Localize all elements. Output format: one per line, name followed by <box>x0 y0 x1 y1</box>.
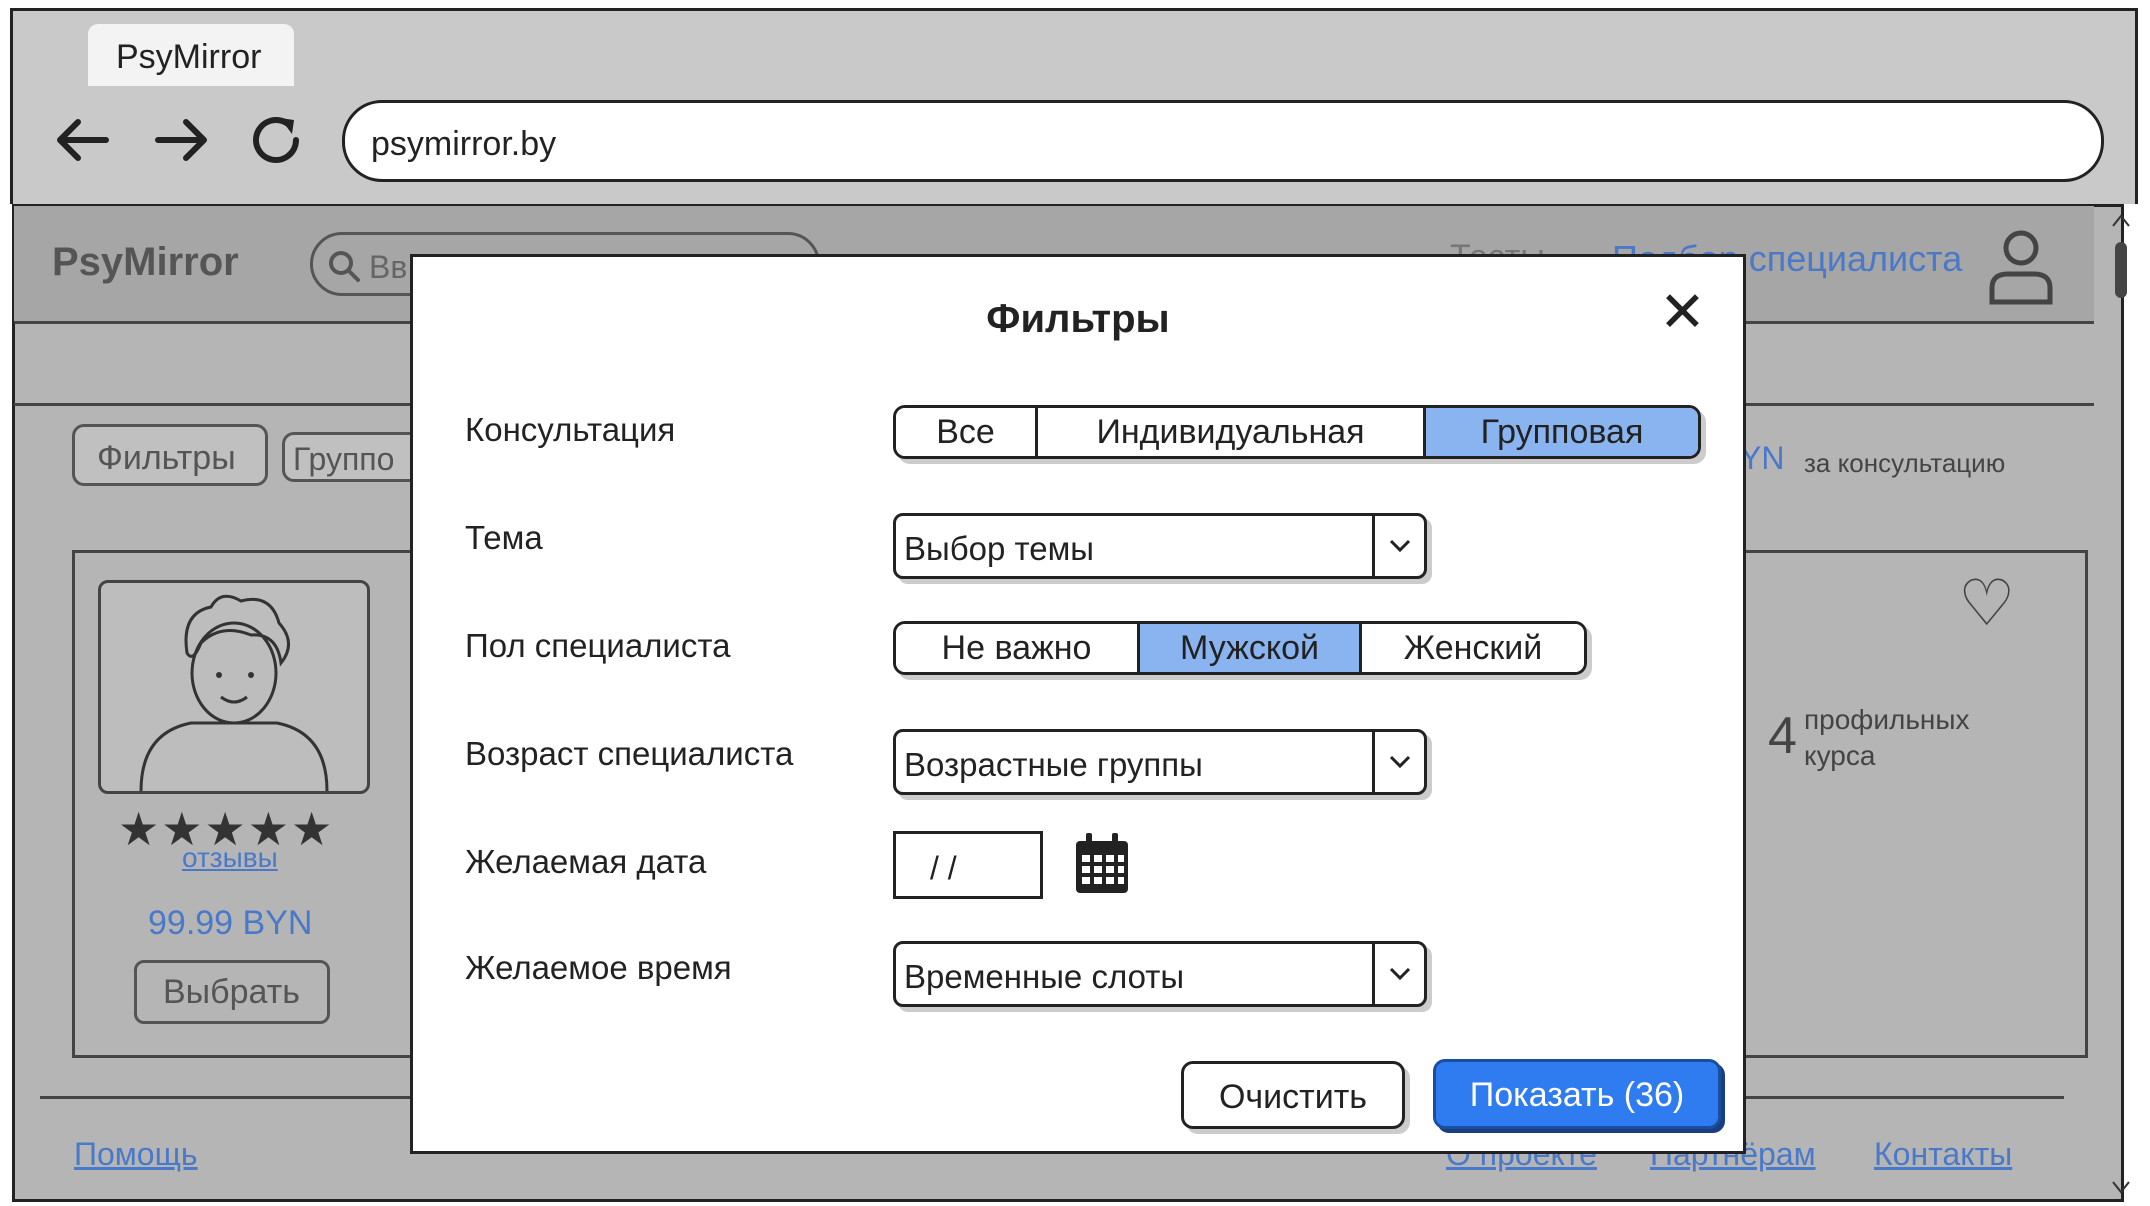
filters-button[interactable]: Фильтры <box>72 424 268 486</box>
address-bar[interactable]: psymirror.by <box>342 100 2104 182</box>
courses-label-line2: курса <box>1804 740 1876 771</box>
gender-option-any[interactable]: Не важно <box>896 624 1140 672</box>
specialist-price: 99.99 BYN <box>148 904 313 942</box>
footer-help-link[interactable]: Помощь <box>74 1136 198 1173</box>
group-chip-label: Группо <box>293 441 395 477</box>
topic-label: Тема <box>465 519 543 556</box>
site-logo[interactable]: PsyMirror <box>52 240 239 285</box>
time-select[interactable]: Временные слоты <box>893 941 1427 1007</box>
specialist-photo <box>98 580 370 794</box>
tab-title: PsyMirror <box>116 38 262 76</box>
chevron-down-icon <box>1372 944 1424 1004</box>
date-label: Желаемая дата <box>465 843 707 880</box>
close-icon[interactable]: ✕ <box>1659 279 1706 345</box>
gender-label: Пол специалиста <box>465 627 731 664</box>
reload-icon[interactable] <box>240 104 312 176</box>
gender-option-female[interactable]: Женский <box>1362 624 1584 672</box>
courses-count: 4 <box>1768 707 1797 765</box>
consultation-option-all[interactable]: Все <box>896 408 1038 456</box>
time-label: Желаемое время <box>465 949 732 986</box>
page-scrollbar[interactable] <box>2110 210 2132 1200</box>
date-input-value: / / <box>930 850 957 886</box>
show-results-button-label: Показать (36) <box>1469 1076 1685 1114</box>
back-icon[interactable] <box>46 104 118 176</box>
user-icon[interactable] <box>1986 228 2056 306</box>
favorite-heart-icon[interactable]: ♡ <box>1958 566 2015 641</box>
clear-button[interactable]: Очистить <box>1181 1061 1405 1129</box>
price-currency-fragment: YN <box>1740 440 1785 476</box>
search-placeholder: Вв <box>369 249 408 285</box>
filters-modal: Фильтры ✕ Консультация Все Индивидуальна… <box>410 254 1746 1154</box>
time-select-value: Временные слоты <box>904 958 1185 995</box>
chevron-down-icon <box>1372 732 1424 792</box>
clear-button-label: Очистить <box>1218 1078 1367 1116</box>
browser-tab[interactable]: PsyMirror <box>88 24 294 86</box>
topic-select-value: Выбор темы <box>904 530 1095 567</box>
url-text: psymirror.by <box>371 125 557 163</box>
consultation-segmented: Все Индивидуальная Групповая <box>893 405 1701 459</box>
forward-icon[interactable] <box>146 104 218 176</box>
footer-contacts-link[interactable]: Контакты <box>1874 1136 2012 1173</box>
topic-select[interactable]: Выбор темы <box>893 513 1427 579</box>
chevron-down-icon <box>1372 516 1424 576</box>
choose-button-label: Выбрать <box>163 973 300 1011</box>
courses-label-line1: профильных <box>1804 704 1970 735</box>
show-results-button[interactable]: Показать (36) <box>1433 1059 1721 1129</box>
choose-button[interactable]: Выбрать <box>134 960 330 1024</box>
date-input[interactable]: / / <box>893 831 1043 899</box>
search-icon <box>329 251 360 282</box>
gender-option-male[interactable]: Мужской <box>1140 624 1362 672</box>
modal-title: Фильтры <box>986 297 1170 341</box>
consultation-option-group[interactable]: Групповая <box>1426 408 1698 456</box>
age-label: Возраст специалиста <box>465 735 794 772</box>
age-select-value: Возрастные группы <box>904 746 1203 783</box>
courses-label: профильных курса <box>1804 702 1970 774</box>
age-select[interactable]: Возрастные группы <box>893 729 1427 795</box>
consultation-option-individual[interactable]: Индивидуальная <box>1038 408 1426 456</box>
reviews-link[interactable]: отзывы <box>182 842 278 874</box>
calendar-icon[interactable] <box>1073 831 1131 897</box>
specialist-avatar-icon <box>139 594 329 792</box>
price-per-consultation-label: за консультацию <box>1804 448 2006 478</box>
filters-button-label: Фильтры <box>97 439 236 477</box>
group-chip[interactable]: Группо <box>282 432 422 482</box>
gender-segmented: Не важно Мужской Женский <box>893 621 1587 675</box>
consultation-label: Консультация <box>465 411 676 448</box>
